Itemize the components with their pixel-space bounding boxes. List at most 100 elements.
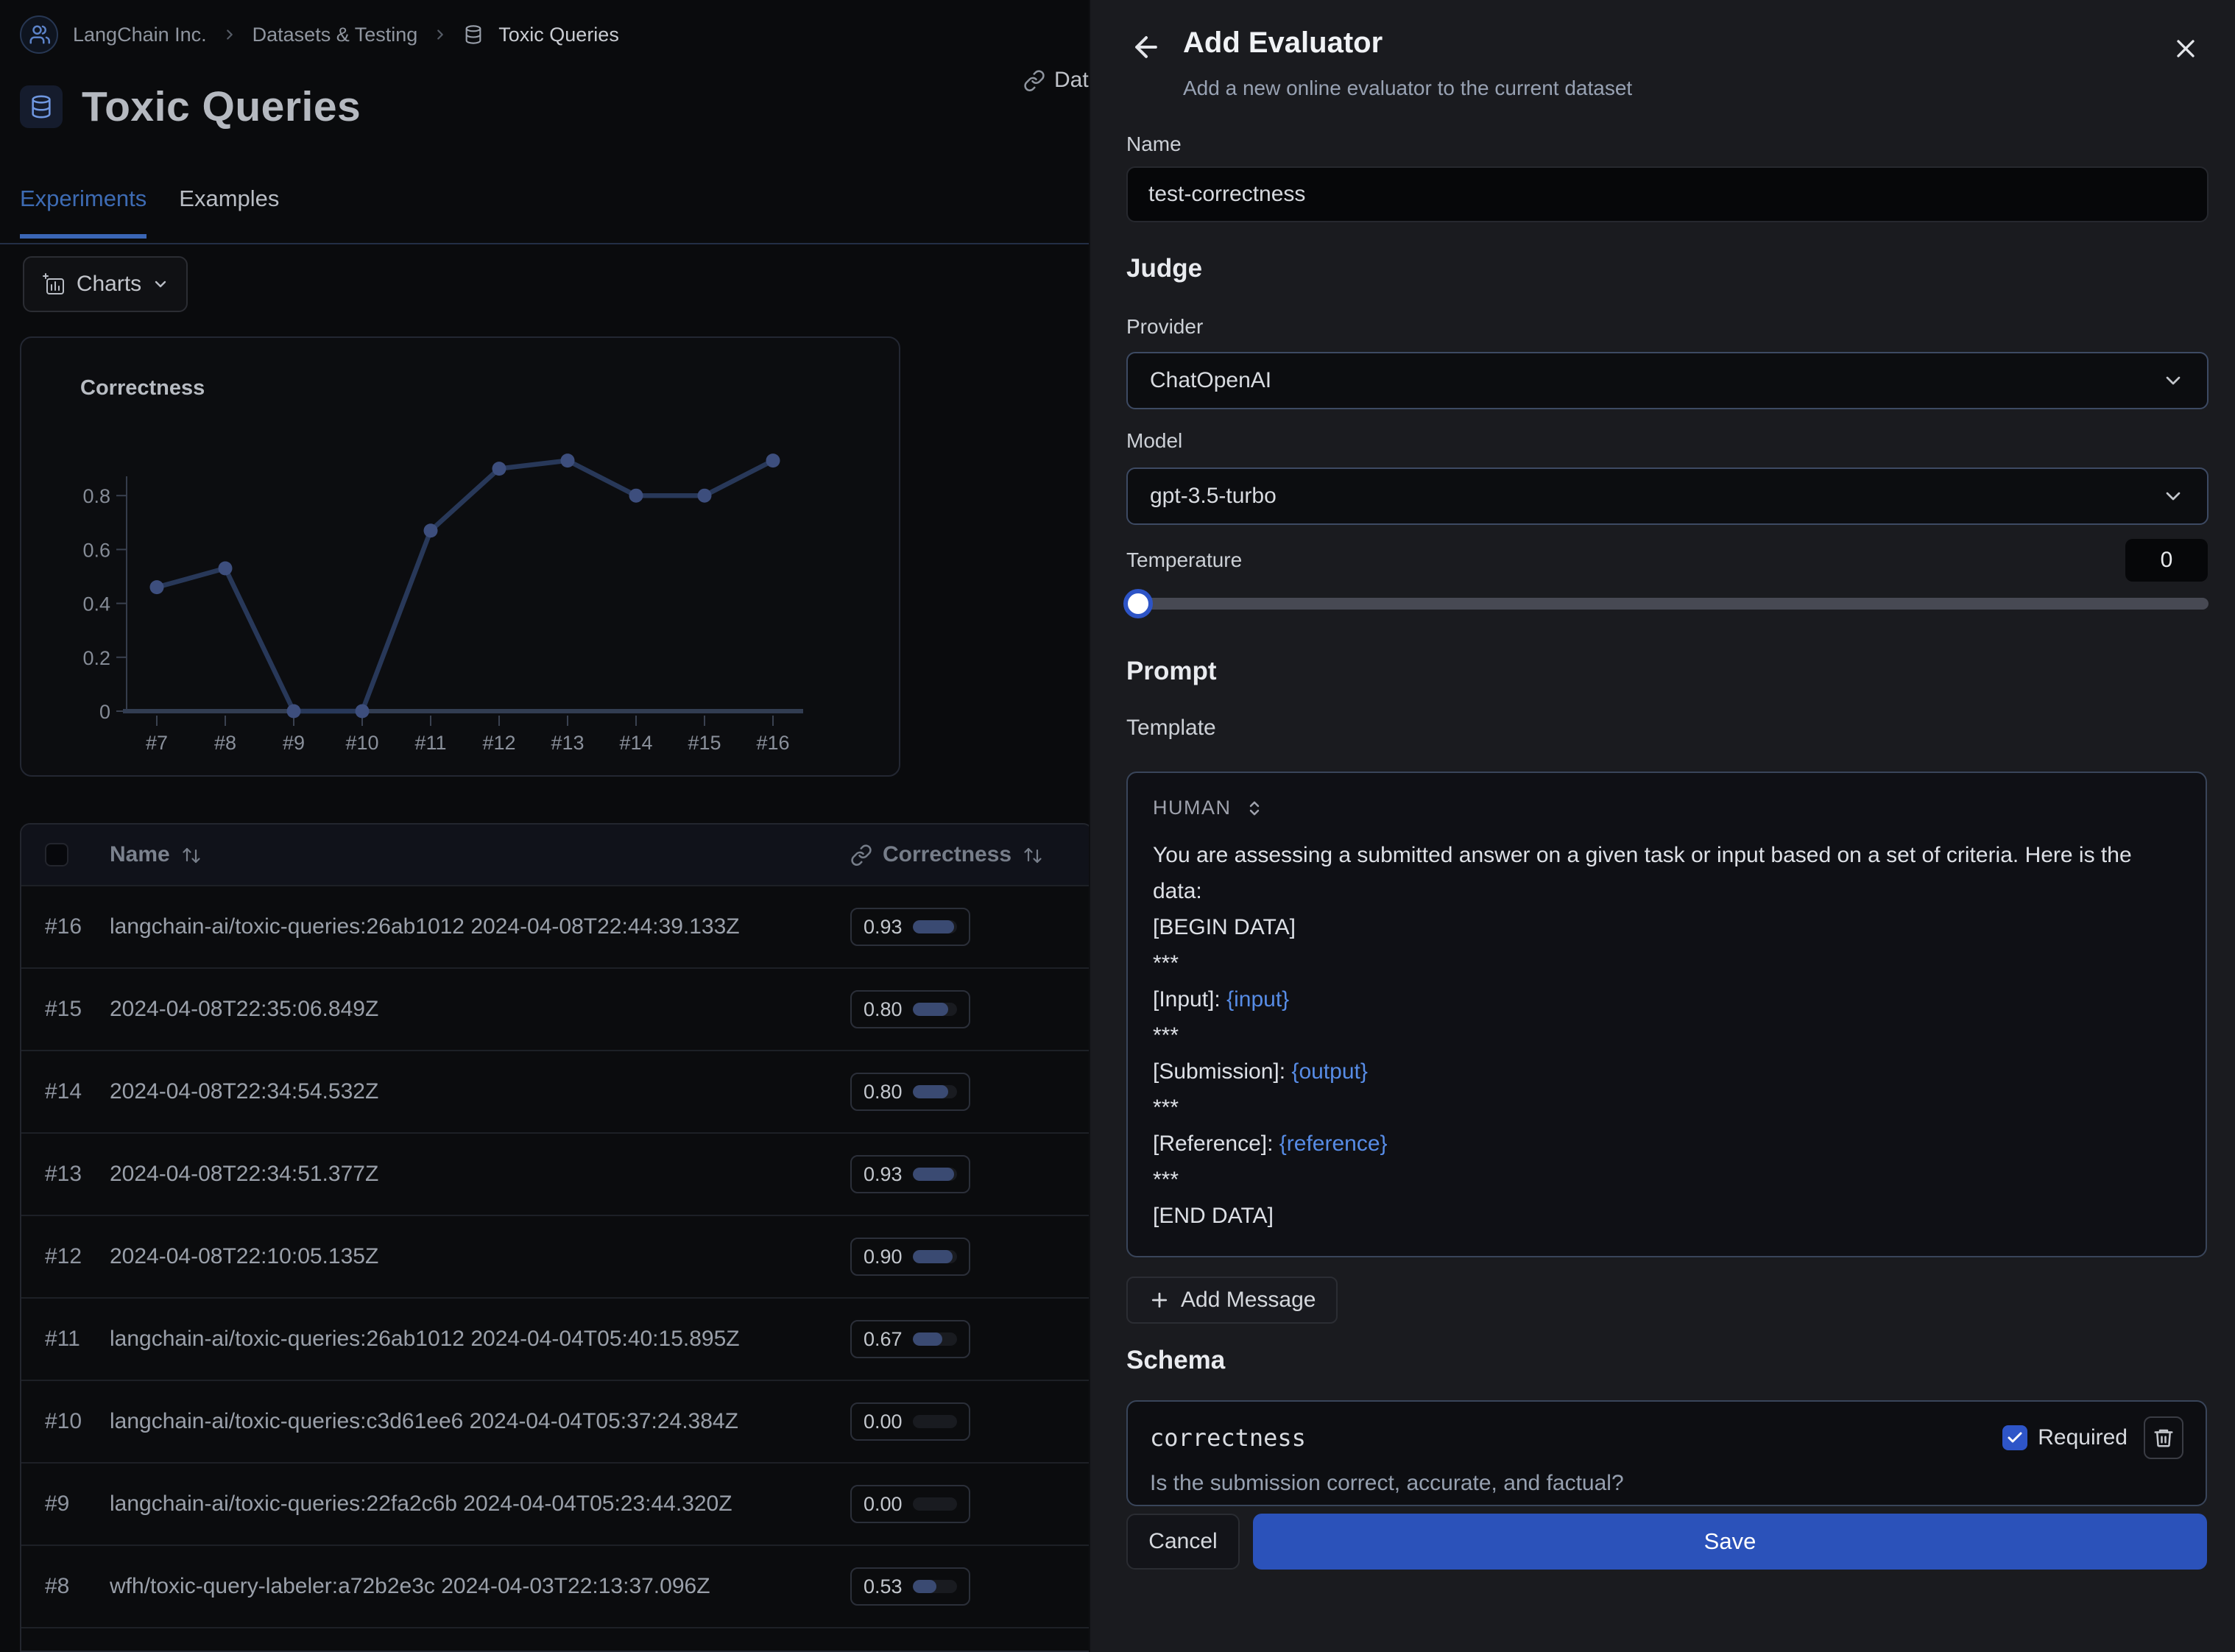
correctness-score: 0.67 bbox=[850, 1320, 970, 1358]
correctness-value: 0.67 bbox=[864, 1328, 903, 1351]
schema-heading: Schema bbox=[1126, 1346, 1225, 1375]
correctness-bar bbox=[913, 1580, 957, 1593]
column-header-name[interactable]: Name bbox=[110, 842, 202, 867]
correctness-bar bbox=[913, 1250, 957, 1263]
charts-dropdown-button[interactable]: Charts bbox=[23, 256, 188, 312]
template-line: *** bbox=[1153, 1090, 2181, 1126]
table-row[interactable]: #142024-04-08T22:34:54.532Z0.80 bbox=[21, 1050, 1092, 1132]
experiment-name[interactable]: langchain-ai/toxic-queries:26ab1012 2024… bbox=[110, 914, 740, 939]
svg-text:#11: #11 bbox=[414, 732, 446, 754]
table-row[interactable]: #12 2024-04-08T22:10:05.135Z 0.90 bbox=[21, 1215, 1092, 1297]
template-line: [Submission]: {output} bbox=[1153, 1053, 2181, 1090]
required-label: Required bbox=[2038, 1425, 2128, 1450]
template-label: Template bbox=[1126, 716, 1216, 741]
prompt-template-card: HUMAN You are assessing a submitted answ… bbox=[1126, 772, 2207, 1257]
correctness-score: 0.00 bbox=[850, 1402, 970, 1441]
table-row[interactable]: #16langchain-ai/toxic-queries:26ab1012 2… bbox=[21, 885, 1092, 967]
model-select[interactable]: gpt-3.5-turbo bbox=[1126, 467, 2208, 525]
table-body: #16langchain-ai/toxic-queries:26ab1012 2… bbox=[21, 885, 1092, 1652]
template-text-editor[interactable]: You are assessing a submitted answer on … bbox=[1153, 837, 2181, 1234]
org-avatar[interactable] bbox=[20, 15, 58, 54]
breadcrumb-page[interactable]: Toxic Queries bbox=[498, 24, 619, 46]
tab-experiments[interactable]: Experiments bbox=[20, 186, 146, 239]
experiment-name[interactable]: 2024-04-08T22:34:54.532Z bbox=[110, 1079, 378, 1104]
name-label: Name bbox=[1126, 133, 1182, 156]
experiment-number: #11 bbox=[45, 1327, 93, 1352]
correctness-value: 0.90 bbox=[864, 1246, 903, 1268]
dataset-link[interactable]: Dat bbox=[1023, 68, 1089, 93]
message-role-selector[interactable]: HUMAN bbox=[1153, 797, 2181, 819]
table-header: Name Correctness bbox=[21, 825, 1092, 885]
table-row[interactable]: #11 langchain-ai/toxic-queries:26ab1012 2… bbox=[21, 1297, 1092, 1380]
table-row[interactable]: #152024-04-08T22:35:06.849Z0.80 bbox=[21, 967, 1092, 1050]
experiment-name[interactable]: langchain-ai/toxic-queries:22fa2c6b 2024… bbox=[110, 1492, 732, 1517]
correctness-score: 0.93 bbox=[850, 1155, 970, 1193]
svg-text:#10: #10 bbox=[345, 732, 378, 754]
drawer-title: Add Evaluator bbox=[1183, 27, 1383, 60]
template-line: [Reference]: {reference} bbox=[1153, 1126, 2181, 1162]
template-line: *** bbox=[1153, 1017, 2181, 1053]
sort-icon[interactable] bbox=[1022, 845, 1044, 865]
database-icon bbox=[20, 85, 63, 128]
close-icon[interactable] bbox=[2171, 34, 2200, 63]
correctness-line-chart: 00.20.40.60.8#7#8#9#10#11#12#13#14#15#16 bbox=[43, 434, 883, 758]
experiment-name[interactable]: 2024-04-08T22:34:51.377Z bbox=[110, 1162, 378, 1187]
experiment-name[interactable]: 2024-04-08T22:10:05.135Z bbox=[110, 1244, 378, 1269]
svg-text:#15: #15 bbox=[688, 732, 721, 754]
breadcrumb-org[interactable]: LangChain Inc. bbox=[73, 24, 207, 46]
experiment-number: #13 bbox=[45, 1162, 93, 1187]
save-button[interactable]: Save bbox=[1253, 1514, 2207, 1570]
temperature-input[interactable]: 0 bbox=[2125, 539, 2208, 582]
correctness-bar bbox=[913, 1332, 957, 1346]
experiment-name[interactable]: 2024-04-08T22:35:06.849Z bbox=[110, 997, 378, 1022]
svg-text:#12: #12 bbox=[482, 732, 515, 754]
provider-select[interactable]: ChatOpenAI bbox=[1126, 352, 2208, 409]
experiment-number: #10 bbox=[45, 1409, 93, 1434]
correctness-value: 0.93 bbox=[864, 916, 903, 939]
correctness-value: 0.53 bbox=[864, 1575, 903, 1598]
correctness-value: 0.00 bbox=[864, 1493, 903, 1516]
prompt-heading: Prompt bbox=[1126, 657, 1217, 686]
drawer-subtitle: Add a new online evaluator to the curren… bbox=[1183, 77, 1632, 100]
experiment-name[interactable]: langchain-ai/toxic-queries:26ab1012 2024… bbox=[110, 1327, 740, 1352]
correctness-score: 0.80 bbox=[850, 1073, 970, 1111]
trash-icon bbox=[2153, 1427, 2175, 1449]
svg-text:#14: #14 bbox=[619, 732, 652, 754]
correctness-chart-card: Correctness 00.20.40.60.8#7#8#9#10#11#12… bbox=[20, 336, 900, 777]
temperature-slider[interactable] bbox=[1126, 598, 2208, 610]
delete-schema-button[interactable] bbox=[2144, 1416, 2183, 1459]
template-line: [Input]: {input} bbox=[1153, 981, 2181, 1017]
sort-icon[interactable] bbox=[180, 845, 202, 865]
chevron-right-icon bbox=[222, 27, 238, 43]
name-input[interactable]: test-correctness bbox=[1126, 166, 2208, 222]
cancel-button[interactable]: Cancel bbox=[1126, 1514, 1240, 1570]
table-row[interactable]: #10 langchain-ai/toxic-queries:c3d61ee6 2… bbox=[21, 1380, 1092, 1462]
required-checkbox[interactable] bbox=[2002, 1425, 2027, 1450]
page-header: Toxic Queries bbox=[20, 82, 361, 131]
tab-divider bbox=[0, 243, 1089, 244]
experiment-number: #12 bbox=[45, 1244, 93, 1269]
schema-field-name[interactable]: correctness bbox=[1150, 1424, 2002, 1452]
correctness-bar bbox=[913, 1085, 957, 1098]
add-evaluator-drawer: Add Evaluator Add a new online evaluator… bbox=[1089, 0, 2235, 1652]
correctness-bar bbox=[913, 1003, 957, 1016]
table-row[interactable]: #8wfh/toxic-query-labeler:a72b2e3c 2024-… bbox=[21, 1545, 1092, 1627]
select-all-checkbox[interactable] bbox=[45, 843, 68, 866]
breadcrumb-section[interactable]: Datasets & Testing bbox=[253, 24, 418, 46]
experiment-name[interactable]: langchain-ai/toxic-queries:c3d61ee6 2024… bbox=[110, 1409, 738, 1434]
experiment-name[interactable]: wfh/toxic-query-labeler:a72b2e3c 2024-04… bbox=[110, 1574, 710, 1599]
tab-examples[interactable]: Examples bbox=[179, 186, 279, 239]
correctness-bar bbox=[913, 1168, 957, 1181]
tab-bar: Experiments Examples bbox=[20, 186, 279, 239]
correctness-score: 0.00 bbox=[850, 1485, 970, 1523]
svg-text:#9: #9 bbox=[283, 732, 305, 754]
dataset-link-label: Dat bbox=[1054, 68, 1089, 93]
back-arrow-icon[interactable] bbox=[1130, 31, 1162, 63]
table-row[interactable]: #9langchain-ai/toxic-queries:22fa2c6b 20… bbox=[21, 1462, 1092, 1545]
table-row[interactable]: #13 2024-04-08T22:34:51.377Z 0.93 bbox=[21, 1132, 1092, 1215]
add-message-button[interactable]: Add Message bbox=[1126, 1277, 1338, 1324]
column-header-correctness[interactable]: Correctness bbox=[850, 842, 1044, 867]
slider-thumb[interactable] bbox=[1123, 589, 1153, 618]
schema-description[interactable]: Is the submission correct, accurate, and… bbox=[1150, 1471, 2183, 1496]
page-title: Toxic Queries bbox=[82, 82, 361, 131]
